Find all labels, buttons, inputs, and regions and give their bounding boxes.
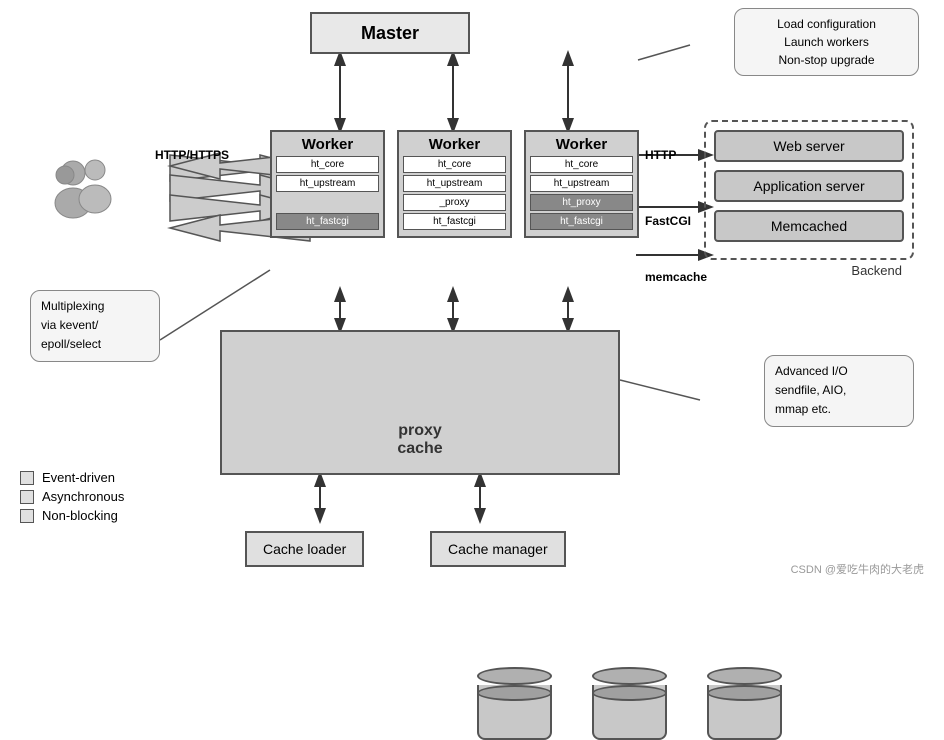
legend-square-1 xyxy=(20,471,34,485)
worker-3-module-4: ht_fastcgi xyxy=(530,213,633,230)
cache-loader-box: Cache loader xyxy=(245,531,364,567)
worker-2-title: Worker xyxy=(403,136,506,153)
legend-square-3 xyxy=(20,509,34,523)
cache-manager-box: Cache manager xyxy=(430,531,566,567)
legend-item-2: Asynchronous xyxy=(20,489,124,504)
master-label: Master xyxy=(361,23,419,44)
fastcgi-label: FastCGI xyxy=(645,214,707,228)
cylinder-3-body xyxy=(707,685,782,740)
worker-box-3: Worker ht_core ht_upstream ht_proxy ht_f… xyxy=(524,130,639,238)
worker-2-module-2: ht_upstream xyxy=(403,175,506,192)
cylinder-1-top xyxy=(477,667,552,685)
worker-2-module-3: _proxy xyxy=(403,194,506,211)
worker-1-module-2: ht_upstream xyxy=(276,175,379,192)
cylinder-3 xyxy=(707,667,782,740)
legend-label-2: Asynchronous xyxy=(42,489,124,504)
worker-box-2: Worker ht_core ht_upstream _proxy ht_fas… xyxy=(397,130,512,238)
memcache-label: memcache xyxy=(645,270,707,284)
advanced-io-text: Advanced I/Osendfile, AIO,mmap etc. xyxy=(775,364,848,416)
cylinder-2-body xyxy=(592,685,667,740)
cylinders-area xyxy=(477,667,782,740)
cylinder-2-top xyxy=(592,667,667,685)
multiplexing-callout: Multiplexingvia kevent/epoll/select xyxy=(30,290,160,362)
watermark: CSDN @爱吃牛肉的大老虎 xyxy=(791,561,924,577)
memcached-item: Memcached xyxy=(714,210,904,242)
worker-1-module-1: ht_core xyxy=(276,156,379,173)
master-callout-line1: Load configuration xyxy=(745,15,908,33)
proxy-cache-area: proxycache xyxy=(220,330,620,475)
legend-label-1: Event-driven xyxy=(42,470,115,485)
advanced-io-callout: Advanced I/Osendfile, AIO,mmap etc. xyxy=(764,355,914,427)
cylinder-3-top xyxy=(707,667,782,685)
backend-group: Web server Application server Memcached … xyxy=(704,120,914,260)
users-icon xyxy=(45,155,125,237)
backend-label: Backend xyxy=(851,263,902,278)
cylinder-2 xyxy=(592,667,667,740)
worker-3-module-3: ht_proxy xyxy=(530,194,633,211)
worker-3-module-2: ht_upstream xyxy=(530,175,633,192)
master-callout-line3: Non-stop upgrade xyxy=(745,51,908,69)
worker-2-module-4: ht_fastcgi xyxy=(403,213,506,230)
cylinder-1-body xyxy=(477,685,552,740)
worker-1-module-4: ht_fastcgi xyxy=(276,213,379,230)
legend: Event-driven Asynchronous Non-blocking xyxy=(20,470,124,527)
diagram-container: Master Load configuration Launch workers… xyxy=(0,0,944,587)
http-label: HTTP xyxy=(645,148,707,162)
proxy-cache-label: proxycache xyxy=(397,422,442,458)
cache-manager-label: Cache manager xyxy=(448,541,548,557)
worker-box-1: Worker ht_core ht_upstream ht_fastcgi xyxy=(270,130,385,238)
legend-square-2 xyxy=(20,490,34,504)
master-callout-line2: Launch workers xyxy=(745,33,908,51)
multiplexing-text: Multiplexingvia kevent/epoll/select xyxy=(41,299,104,351)
protocol-http-label: HTTP FastCGI memcache xyxy=(645,148,707,284)
master-box: Master xyxy=(310,12,470,54)
workers-area: Worker ht_core ht_upstream ht_fastcgi Wo… xyxy=(270,130,639,238)
worker-1-title: Worker xyxy=(276,136,379,153)
legend-item-3: Non-blocking xyxy=(20,508,124,523)
worker-2-module-1: ht_core xyxy=(403,156,506,173)
cache-loader-label: Cache loader xyxy=(263,541,346,557)
worker-3-module-1: ht_core xyxy=(530,156,633,173)
worker-3-title: Worker xyxy=(530,136,633,153)
legend-label-3: Non-blocking xyxy=(42,508,118,523)
master-callout: Load configuration Launch workers Non-st… xyxy=(734,8,919,76)
web-server-item: Web server xyxy=(714,130,904,162)
cylinder-1 xyxy=(477,667,552,740)
legend-item-1: Event-driven xyxy=(20,470,124,485)
http-https-label: HTTP/HTTPS xyxy=(155,148,229,162)
application-server-item: Application server xyxy=(714,170,904,202)
